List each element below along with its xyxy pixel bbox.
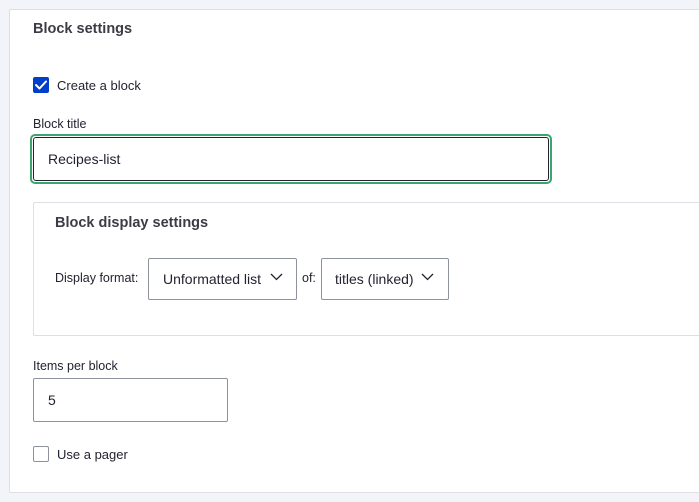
display-format-value: Unformatted list: [163, 271, 262, 287]
chevron-down-icon: [421, 273, 434, 281]
row-style-value: titles (linked): [335, 271, 414, 287]
create-block-row[interactable]: Create a block: [33, 76, 141, 94]
items-per-block-input[interactable]: 5: [33, 378, 228, 422]
block-title-input[interactable]: Recipes-list: [33, 137, 549, 181]
items-per-block-label: Items per block: [33, 359, 118, 373]
display-format-label: Display format:: [55, 271, 139, 285]
use-pager-checkbox[interactable]: [33, 446, 49, 462]
block-title-focus-ring: Recipes-list: [30, 134, 552, 184]
use-pager-label: Use a pager: [57, 446, 128, 462]
create-block-label: Create a block: [57, 77, 141, 93]
block-display-settings-heading: Block display settings: [55, 215, 209, 231]
use-pager-row[interactable]: Use a pager: [33, 445, 128, 463]
block-settings-heading: Block settings: [33, 21, 133, 37]
chevron-down-icon: [270, 273, 283, 281]
create-block-checkbox[interactable]: [33, 77, 49, 93]
row-style-select[interactable]: titles (linked): [321, 258, 449, 300]
display-format-select[interactable]: Unformatted list: [148, 258, 297, 300]
block-title-label: Block title: [33, 117, 87, 131]
of-label: of:: [302, 271, 316, 285]
check-icon: [35, 80, 47, 90]
